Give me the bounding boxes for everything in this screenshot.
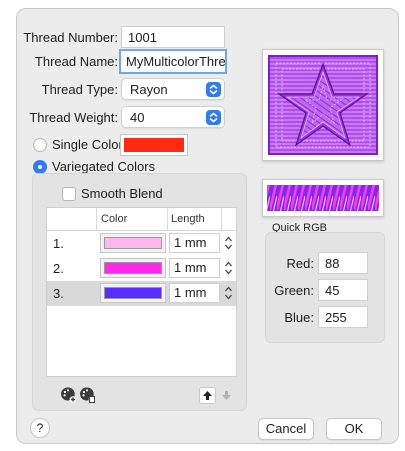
row-color-well[interactable] (100, 233, 166, 253)
single-color-label: Single Color: (52, 137, 127, 152)
green-field[interactable]: 45 (318, 279, 368, 301)
chevron-updown-icon (206, 82, 221, 97)
thread-weight-popup[interactable]: 40 (121, 106, 225, 128)
column-divider (96, 208, 97, 230)
thread-type-popup[interactable]: Rayon (121, 78, 225, 100)
smooth-blend-label: Smooth Blend (81, 186, 163, 201)
single-color-well[interactable] (120, 134, 188, 156)
row-number: 3. (53, 286, 64, 301)
color-sequence-table: Color Length 1. 1 mm 2. 1 mm 3. 1 mm (46, 207, 237, 377)
column-header-length[interactable]: Length (171, 208, 205, 230)
move-down-button[interactable] (218, 387, 235, 404)
single-color-radio[interactable] (33, 138, 47, 152)
row-color-swatch (104, 262, 162, 274)
thread-strip-image (267, 185, 379, 211)
add-color-button[interactable] (60, 386, 77, 403)
table-row[interactable]: 1. 1 mm (47, 231, 236, 256)
palette-add-icon (61, 387, 77, 403)
blue-field[interactable]: 255 (318, 306, 368, 328)
move-up-button[interactable] (199, 387, 216, 404)
row-length-field[interactable]: 1 mm (169, 283, 220, 303)
star-stitch-preview-image (268, 55, 378, 155)
arrow-down-icon (222, 391, 231, 400)
row-color-well[interactable] (100, 283, 166, 303)
thread-type-value: Rayon (130, 82, 168, 97)
thread-weight-label: Thread Weight: (29, 110, 118, 125)
thread-number-field[interactable]: 1001 (121, 26, 225, 48)
row-color-swatch (104, 237, 162, 249)
table-row[interactable]: 3. 1 mm (47, 281, 236, 306)
row-number: 1. (53, 236, 64, 251)
variegated-thread-strip (262, 179, 384, 217)
row-color-well[interactable] (100, 258, 166, 278)
table-row[interactable]: 2. 1 mm (47, 256, 236, 281)
length-stepper[interactable] (223, 258, 234, 278)
green-label: Green: (274, 283, 314, 298)
red-field[interactable]: 88 (318, 252, 368, 274)
column-divider (221, 208, 222, 230)
column-divider (167, 208, 168, 230)
variegated-colors-label: Variegated Colors (52, 159, 156, 174)
thread-preview (262, 49, 384, 161)
arrow-up-icon (203, 391, 212, 400)
column-header-color[interactable]: Color (101, 208, 127, 230)
thread-type-label: Thread Type: (41, 82, 118, 97)
row-length-field[interactable]: 1 mm (169, 258, 220, 278)
red-label: Red: (286, 256, 314, 271)
smooth-blend-checkbox[interactable] (62, 187, 76, 201)
thread-name-label: Thread Name: (34, 54, 118, 69)
length-stepper[interactable] (223, 233, 234, 253)
ok-button[interactable]: OK (326, 418, 382, 440)
single-color-swatch (124, 138, 184, 152)
variegated-colors-radio[interactable] (33, 160, 47, 174)
blue-label: Blue: (284, 310, 314, 325)
row-color-swatch (104, 287, 162, 299)
help-button[interactable]: ? (30, 418, 50, 438)
row-number: 2. (53, 261, 64, 276)
thread-name-field[interactable]: MyMulticolorThread (119, 49, 227, 74)
palette-remove-icon (80, 387, 95, 403)
remove-color-button[interactable] (79, 386, 96, 403)
cancel-button[interactable]: Cancel (258, 418, 314, 440)
length-stepper[interactable] (223, 283, 234, 303)
thread-number-label: Thread Number: (23, 30, 118, 45)
chevron-updown-icon (206, 110, 221, 125)
thread-weight-value: 40 (130, 110, 145, 125)
row-length-field[interactable]: 1 mm (169, 233, 220, 253)
